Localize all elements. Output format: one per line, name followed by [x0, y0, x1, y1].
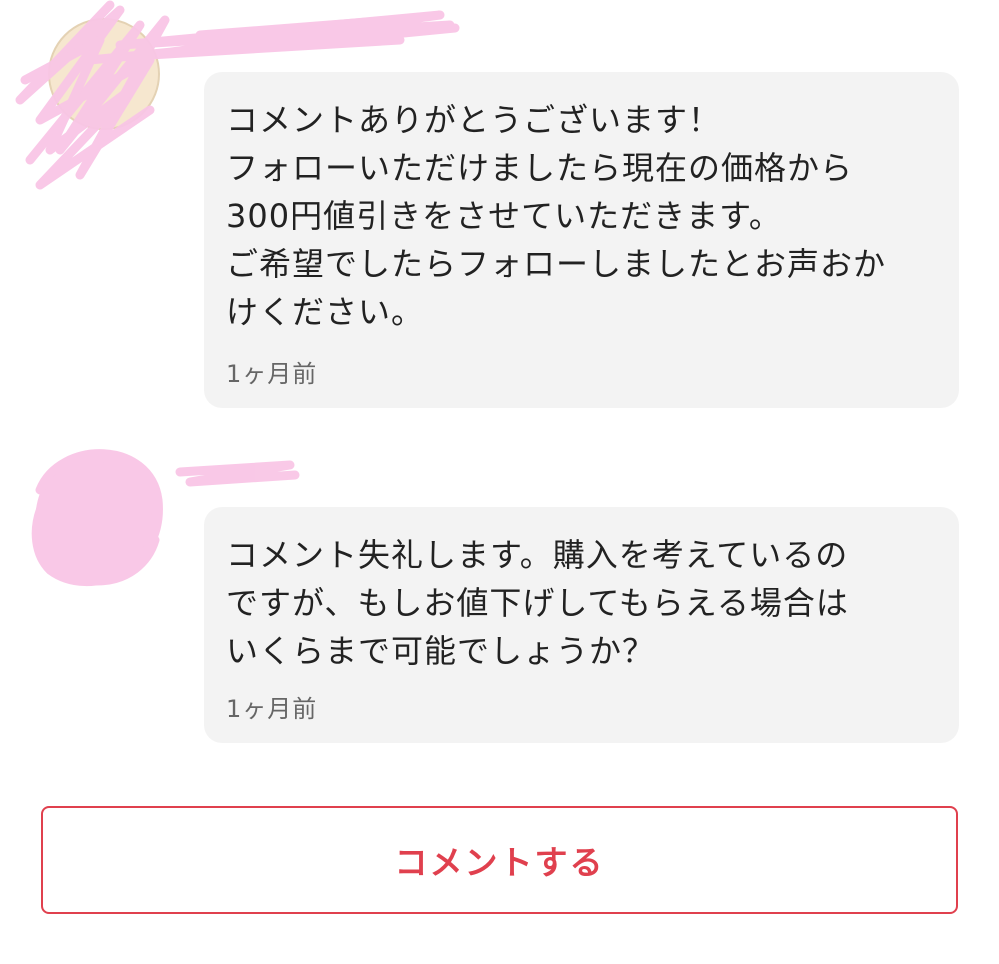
comment-bubble: コメントありがとうございます！ フォローいただけましたら現在の価格から 300円… — [204, 72, 959, 408]
comment-item: コメント失礼します。購入を考えているの ですが、もしお値下げしてもらえる場合は … — [0, 430, 999, 760]
comment-text: コメント失礼します。購入を考えているの ですが、もしお値下げしてもらえる場合は … — [226, 536, 849, 670]
comment-timestamp: 1ヶ月前 — [226, 360, 318, 388]
comment-bubble: コメント失礼します。購入を考えているの ですが、もしお値下げしてもらえる場合は … — [204, 507, 959, 743]
comment-text: コメントありがとうございます！ フォローいただけましたら現在の価格から 300円… — [226, 101, 887, 331]
avatar[interactable] — [48, 18, 160, 130]
comment-button[interactable]: コメントする — [41, 806, 958, 914]
comment-timestamp: 1ヶ月前 — [226, 695, 318, 723]
comment-item: コメントありがとうございます！ フォローいただけましたら現在の価格から 300円… — [0, 0, 999, 430]
